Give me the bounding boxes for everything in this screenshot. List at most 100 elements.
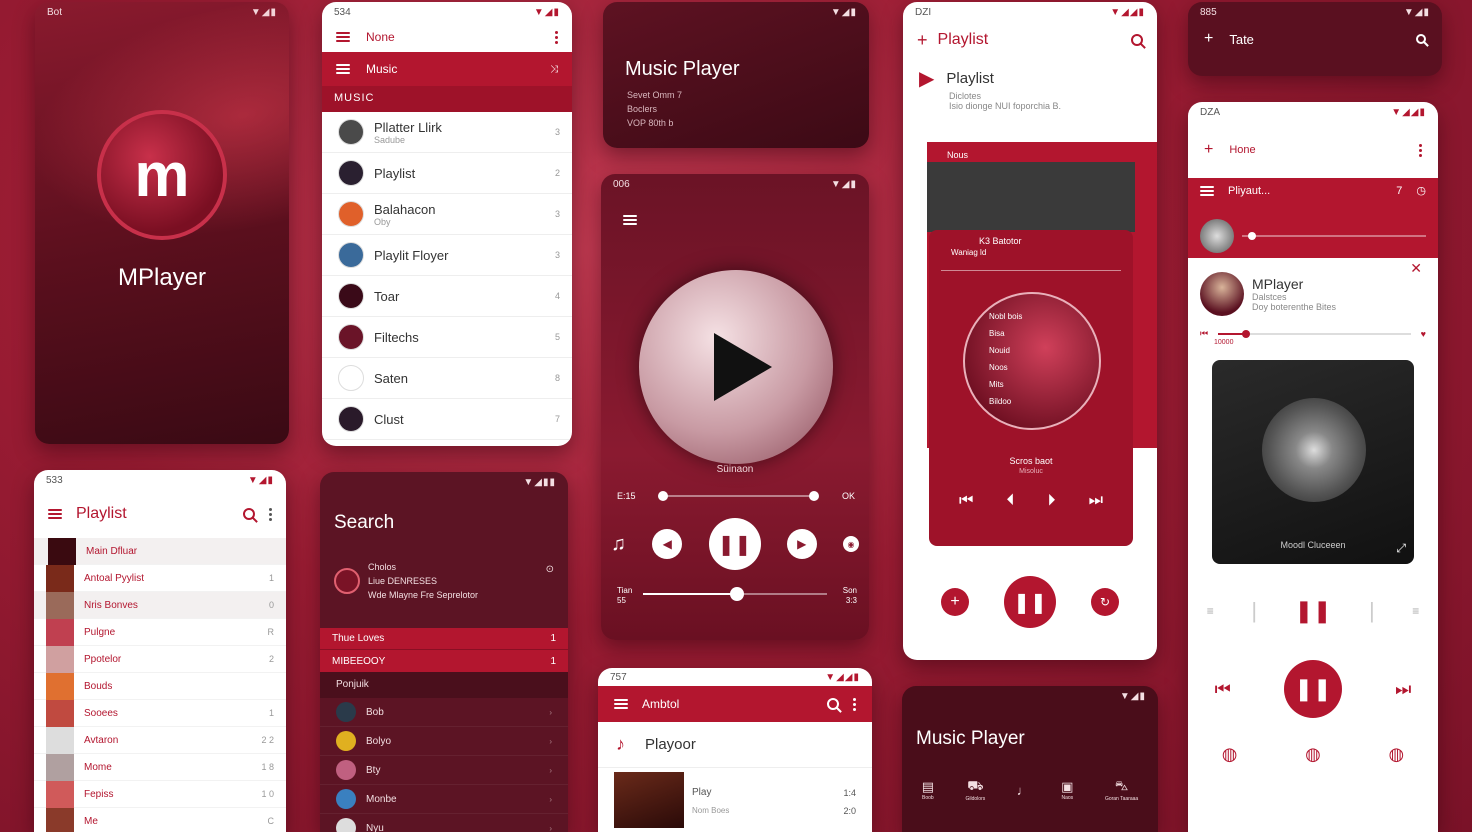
web-icon[interactable]: ◍ <box>1305 744 1321 765</box>
search-icon[interactable] <box>1131 34 1143 46</box>
list-item[interactable]: Saten 8 <box>322 358 572 399</box>
list-item[interactable]: Filtechs 5 <box>322 317 572 358</box>
menu-icon[interactable] <box>336 32 350 42</box>
prev-icon[interactable]: ⏮ <box>1200 328 1208 339</box>
shuffle-icon[interactable]: ⤨ <box>550 64 558 75</box>
list-item[interactable]: Bty › <box>320 756 568 785</box>
list-item[interactable]: Ppotelor 2 <box>34 645 286 673</box>
tab-item[interactable]: ⛟ Gildolors <box>966 778 986 802</box>
next-icon[interactable]: ⏵ <box>1048 492 1056 510</box>
dial-item[interactable]: Bisa <box>965 329 1099 346</box>
add-button[interactable]: + <box>941 588 969 616</box>
clear-icon[interactable]: ⊙ <box>546 564 554 575</box>
tracklist-dial[interactable]: Nobl bois Bisa Nouid Noos Mits Bildoo <box>963 292 1101 430</box>
list-item[interactable]: Clust 7 <box>322 399 572 440</box>
rewind-button[interactable]: ◀ <box>652 529 683 559</box>
item-num: 1:4 <box>843 788 856 798</box>
skip-forward-icon[interactable]: ⏭ <box>1089 492 1103 510</box>
list-item[interactable]: Avtaron 2 2 <box>34 726 286 754</box>
dial-item[interactable]: Nobl bois <box>965 312 1099 329</box>
app-logo: m <box>97 110 227 240</box>
list-item[interactable]: Mome 1 8 <box>34 753 286 781</box>
add-icon[interactable]: + <box>1204 141 1213 159</box>
music-note-icon[interactable]: ♫ <box>611 533 626 556</box>
expand-icon[interactable]: ⤢ <box>1396 541 1406 556</box>
dial-item[interactable]: Nouid <box>965 346 1099 363</box>
list-item[interactable]: Bolyo › <box>320 727 568 756</box>
track-progress[interactable] <box>1218 329 1411 338</box>
progress-slider[interactable] <box>658 491 819 501</box>
band-row[interactable]: Thue Loves 1 <box>320 628 568 650</box>
play-icon[interactable]: ▶ <box>919 66 934 91</box>
list-item[interactable]: Pllatter Llirk Sadube 3 <box>322 112 572 153</box>
volume-slider[interactable] <box>643 587 827 601</box>
add-icon[interactable]: + <box>917 30 928 51</box>
pause-button[interactable]: ❚❚ <box>708 518 761 570</box>
list-item[interactable]: Fepiss 1 0 <box>34 780 286 808</box>
pop-slider[interactable] <box>941 270 1121 271</box>
list-item[interactable]: Antoal Pyylist 1 <box>34 564 286 592</box>
status-time: 006 <box>613 178 630 190</box>
list-item[interactable]: Main Dfluar <box>34 537 286 565</box>
more-icon[interactable] <box>555 30 558 44</box>
tab-item[interactable]: ▣ Naos <box>1061 779 1073 801</box>
close-icon[interactable]: ✕ <box>1410 260 1422 277</box>
pause-button[interactable]: ❚❚ <box>1283 660 1342 718</box>
status-bar: ▼◢▮ <box>902 686 1158 706</box>
tab-item[interactable]: ▤ Boob <box>922 779 934 801</box>
add-icon[interactable]: + <box>1204 30 1213 48</box>
pause-button[interactable]: ❚❚ <box>1004 576 1056 628</box>
list-item[interactable]: Bouds <box>34 672 286 700</box>
list-item[interactable]: Me C <box>34 807 286 832</box>
skip-back-icon[interactable]: ⏮ <box>959 492 973 510</box>
status-bar: 885 ▼◢▮ <box>1188 2 1442 22</box>
dial-item[interactable]: Noos <box>965 363 1099 380</box>
search-icon[interactable] <box>827 698 839 710</box>
list-icon[interactable]: ≡ <box>1412 604 1419 618</box>
menu-icon[interactable] <box>336 64 350 74</box>
item-title: Bolyo <box>366 735 392 747</box>
menu-icon[interactable] <box>614 699 628 709</box>
list-item[interactable]: Monbe › <box>320 785 568 814</box>
list-item[interactable]: Nyu › <box>320 814 568 832</box>
heart-icon[interactable]: ♥ <box>1421 329 1426 339</box>
mini-progress[interactable] <box>1242 232 1426 240</box>
tab-item[interactable]: ♩ <box>1017 783 1030 798</box>
more-icon[interactable] <box>269 507 272 521</box>
band-row[interactable]: MIBEEOOY 1 <box>320 650 568 672</box>
list-item[interactable]: Pulgne R <box>34 618 286 646</box>
dial-item[interactable]: Bildoo <box>965 397 1099 414</box>
forward-button[interactable]: ▶ <box>786 529 817 559</box>
repeat-button[interactable]: ↻ <box>1091 588 1119 616</box>
globe-icon[interactable]: ◍ <box>1222 744 1238 765</box>
list-item[interactable]: Play Nom Boes 1:4 2:0 <box>598 767 872 828</box>
search-result[interactable]: Cholos Liue DENRESES Wde Mlayne Fre Sepr… <box>320 552 568 610</box>
tab-item[interactable]: ⛍ Goran Taaraaa <box>1105 778 1138 802</box>
list-item[interactable]: Bob › <box>320 698 568 727</box>
menu-icon[interactable] <box>48 509 62 519</box>
settings-icon[interactable]: ◉ <box>843 536 859 552</box>
more-icon[interactable] <box>853 697 856 711</box>
list-item[interactable]: Toar 4 <box>322 276 572 317</box>
play-disc-button[interactable] <box>639 270 833 464</box>
pause-icon[interactable]: ❚❚ <box>1295 598 1332 624</box>
next-icon[interactable]: ⏭ <box>1395 679 1411 700</box>
search-icon[interactable] <box>1416 34 1426 44</box>
prev-icon[interactable]: ⏴ <box>1006 492 1014 510</box>
prev-icon[interactable]: ⏮ <box>1215 679 1231 700</box>
equalizer-icon[interactable]: ≡ <box>1207 604 1214 618</box>
list-item[interactable]: Balahacon Oby 3 <box>322 194 572 235</box>
menu-icon[interactable] <box>1200 185 1214 196</box>
list-item[interactable]: Playlit Floyer 3 <box>322 235 572 276</box>
list-item[interactable]: Playlist 2 <box>322 153 572 194</box>
more-icon[interactable] <box>1419 143 1422 157</box>
dial-item[interactable]: Mits <box>965 380 1099 397</box>
search-icon[interactable] <box>243 508 255 520</box>
clock-icon[interactable]: ◷ <box>1416 184 1426 197</box>
list-item[interactable]: Nris Bonves 0 <box>34 591 286 619</box>
right-player-screen: DZA ▼◢◢▮ + Hone Pliyaut... 7 ◷ ✕ MPlayer… <box>1188 102 1438 832</box>
menu-icon[interactable] <box>623 215 637 225</box>
network-icon[interactable]: ◍ <box>1388 744 1404 765</box>
playback-controls: ⏮ ❚❚ ⏭ <box>1188 660 1438 718</box>
list-item[interactable]: Sooees 1 <box>34 699 286 727</box>
